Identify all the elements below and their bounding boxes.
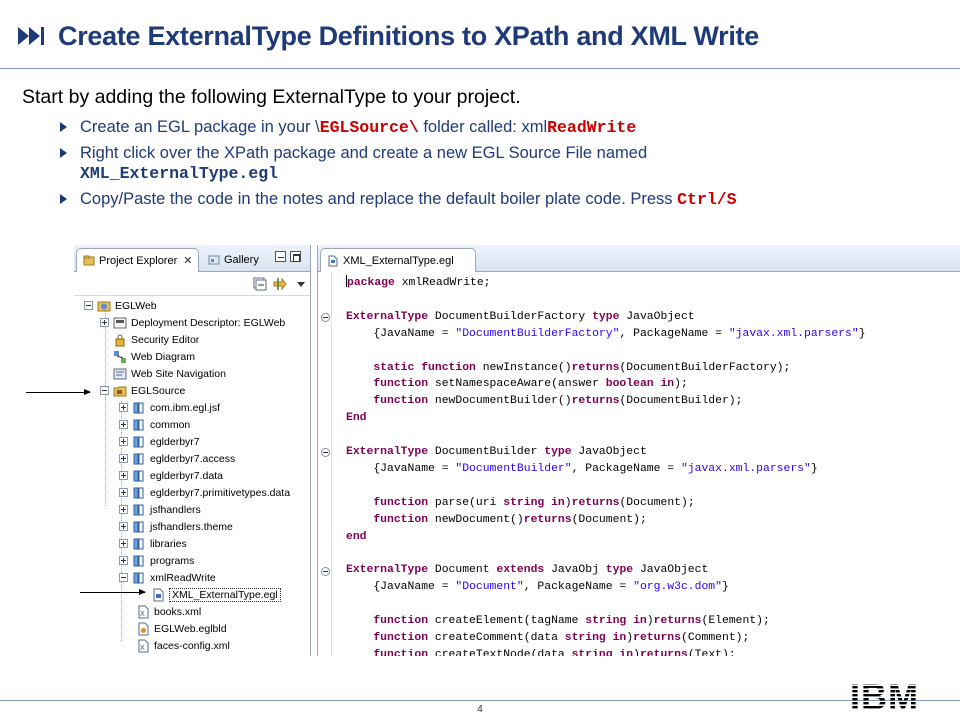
tree-item-package[interactable]: common xyxy=(119,416,190,433)
package-icon xyxy=(133,538,144,549)
tree-item-package[interactable]: jsfhandlers xyxy=(119,501,201,518)
footer-divider xyxy=(0,700,960,701)
package-icon xyxy=(133,555,144,566)
code-text[interactable]: package xmlReadWrite; ExternalType Docum… xyxy=(346,275,866,656)
tree-item-xml-externaltype-egl[interactable]: XML_ExternalType.egl xyxy=(151,586,281,603)
project-explorer-icon xyxy=(83,255,95,265)
egl-file-icon xyxy=(328,255,338,266)
web-diagram-icon xyxy=(114,350,126,363)
explorer-toolbar xyxy=(74,272,310,296)
collapse-toggle[interactable] xyxy=(100,386,109,395)
minimize-icon[interactable] xyxy=(275,251,286,262)
intro-text: Start by adding the following ExternalTy… xyxy=(22,86,521,108)
collapse-toggle[interactable] xyxy=(119,573,128,582)
tree-item-package[interactable]: programs xyxy=(119,552,194,569)
svg-text:IBM: IBM xyxy=(850,678,919,714)
security-editor-icon xyxy=(115,334,125,346)
expand-toggle[interactable] xyxy=(100,318,109,327)
bullet-item: Create an EGL package in your \EGLSource… xyxy=(58,117,948,138)
package-icon xyxy=(133,470,144,481)
title-divider xyxy=(0,68,960,69)
tree-item-package[interactable]: eglderbyr7.data xyxy=(119,467,223,484)
package-icon xyxy=(133,402,144,413)
close-icon[interactable]: ✕ xyxy=(183,254,192,267)
bullet-arrow-icon xyxy=(60,194,67,204)
callout-arrow-icon xyxy=(80,589,146,595)
tree-item-xmlreadwrite[interactable]: xmlReadWrite xyxy=(119,569,216,586)
editor-ruler xyxy=(318,272,332,656)
package-icon xyxy=(133,453,144,464)
collapse-toggle[interactable] xyxy=(84,301,93,310)
package-icon xyxy=(133,504,144,515)
package-icon xyxy=(133,572,144,583)
fold-toggle-icon[interactable] xyxy=(321,313,330,322)
tree-item-package[interactable]: com.ibm.egl.jsf xyxy=(119,399,220,416)
slide-title: Create ExternalType Definitions to XPath… xyxy=(16,14,759,58)
view-menu-icon[interactable] xyxy=(293,276,309,292)
bullet-arrow-icon xyxy=(60,122,67,132)
collapse-all-icon[interactable] xyxy=(252,276,268,292)
tree-item-package[interactable]: eglderbyr7.access xyxy=(119,450,235,467)
package-icon xyxy=(133,521,144,532)
tree-item-books-xml[interactable]: X books.xml xyxy=(136,603,201,620)
egl-file-icon xyxy=(153,588,164,601)
tree-item-deployment-descriptor[interactable]: Deployment Descriptor: EGLWeb xyxy=(100,314,285,331)
package-icon xyxy=(133,419,144,430)
tree-item-eglweb-eglbld[interactable]: EGLWeb.eglbld xyxy=(136,620,227,637)
tree-item-web-diagram[interactable]: Web Diagram xyxy=(113,348,195,365)
tree-item-package[interactable]: libraries xyxy=(119,535,187,552)
tree-item-faces-config-xml[interactable]: X faces-config.xml xyxy=(136,637,230,654)
bullet-arrow-icon xyxy=(60,148,67,158)
web-site-navigation-icon xyxy=(113,368,127,379)
explorer-tabbar: Project Explorer ✕ Gallery xyxy=(74,245,310,272)
tree-item-package[interactable]: eglderbyr7 xyxy=(119,433,200,450)
editor-tabbar: XML_ExternalType.egl ✕ xyxy=(318,245,960,272)
slide-title-text: Create ExternalType Definitions to XPath… xyxy=(58,20,759,51)
deployment-descriptor-icon xyxy=(113,317,127,328)
xml-file-icon: X xyxy=(138,605,149,618)
bullet-item: Copy/Paste the code in the notes and rep… xyxy=(58,189,948,210)
fast-forward-icon xyxy=(18,27,44,45)
code-editor-view: XML_ExternalType.egl ✕ package xmlReadWr… xyxy=(317,245,960,656)
tab-xml-externaltype-egl[interactable]: XML_ExternalType.egl ✕ xyxy=(320,248,476,272)
tree-item-eglsource[interactable]: EGLSource xyxy=(100,382,185,399)
callout-arrow-icon xyxy=(26,389,91,395)
svg-text:X: X xyxy=(140,610,145,618)
link-with-editor-icon[interactable] xyxy=(272,276,288,292)
tree-item-package[interactable]: jsfhandlers.theme xyxy=(119,518,233,535)
ide-screenshot: Project Explorer ✕ Gallery EGLWeb Deploy… xyxy=(74,245,960,656)
source-folder-icon xyxy=(113,386,127,396)
xml-file-icon: X xyxy=(138,639,149,652)
package-icon xyxy=(133,487,144,498)
build-descriptor-icon xyxy=(138,622,149,635)
tree-item-web-site-navigation[interactable]: Web Site Navigation xyxy=(113,365,226,382)
fold-toggle-icon[interactable] xyxy=(321,448,330,457)
package-icon xyxy=(133,436,144,447)
web-project-icon xyxy=(97,301,111,311)
bullet-item: Right click over the XPath package and c… xyxy=(58,143,948,184)
tab-project-explorer[interactable]: Project Explorer ✕ xyxy=(76,248,200,272)
page-number: 4 xyxy=(477,704,483,715)
ibm-logo: IBM xyxy=(850,678,919,714)
tab-gallery[interactable]: Gallery xyxy=(202,248,265,272)
tree-item-eglweb[interactable]: EGLWeb xyxy=(84,297,157,314)
project-explorer-view: Project Explorer ✕ Gallery EGLWeb Deploy… xyxy=(74,245,311,656)
fold-toggle-icon[interactable] xyxy=(321,567,330,576)
bullet-list: Create an EGL package in your \EGLSource… xyxy=(58,117,948,215)
tree-item-package[interactable]: eglderbyr7.primitivetypes.data xyxy=(119,484,290,501)
svg-text:X: X xyxy=(140,644,145,652)
tree-item-security-editor[interactable]: Security Editor xyxy=(113,331,199,348)
gallery-icon xyxy=(208,255,220,265)
maximize-icon[interactable] xyxy=(290,251,301,262)
